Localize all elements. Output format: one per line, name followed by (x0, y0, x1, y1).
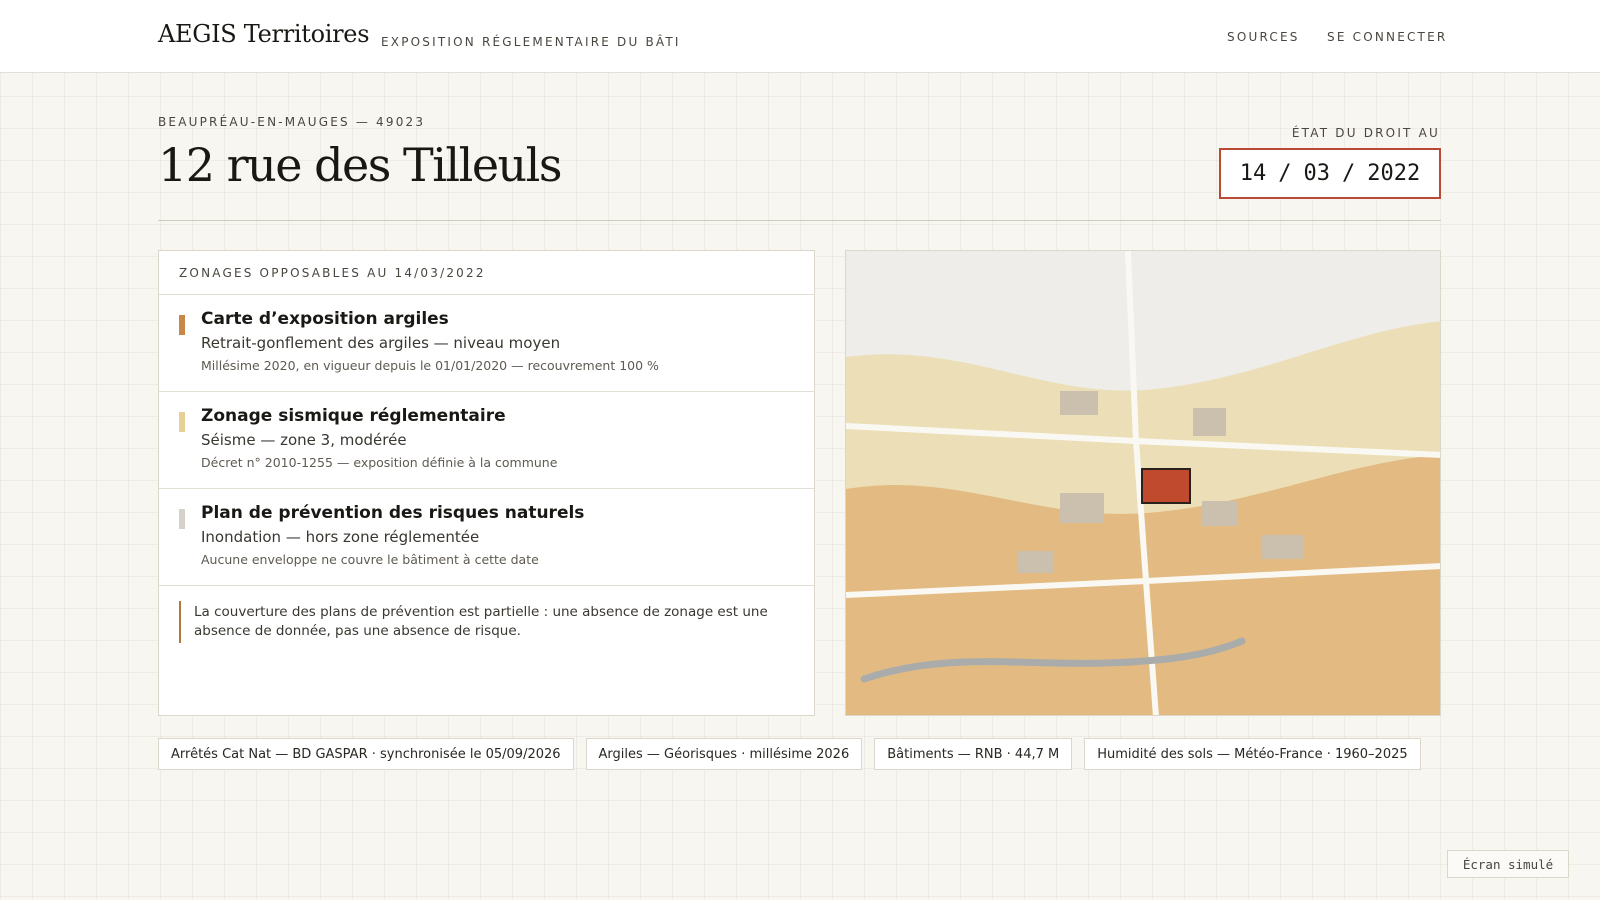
date-year[interactable]: 2022 (1367, 161, 1420, 186)
zone-item-argiles[interactable]: Carte d’exposition argiles Retrait-gonfl… (159, 295, 814, 392)
parcel-map[interactable] (845, 250, 1441, 716)
building (1193, 408, 1226, 436)
zone-color-bar (179, 509, 185, 529)
building (1018, 551, 1053, 573)
source-chip-batiments[interactable]: Bâtiments — RNB · 44,7 M (874, 738, 1073, 770)
building (1262, 535, 1304, 559)
date-day[interactable]: 14 (1240, 161, 1267, 186)
source-chip-argiles[interactable]: Argiles — Géorisques · millésime 2026 (585, 738, 863, 770)
target-building[interactable] (1141, 468, 1191, 504)
date-picker-label: ÉTAT DU DROIT AU (1291, 126, 1440, 140)
zone-item-sismique[interactable]: Zonage sismique réglementaire Séisme — z… (159, 392, 814, 489)
date-separator: / (1278, 161, 1292, 186)
building (1060, 493, 1104, 523)
coverage-note: La couverture des plans de prévention es… (179, 601, 779, 643)
zone-subtitle: Inondation — hors zone réglementée (201, 528, 480, 546)
header-divider (158, 220, 1441, 221)
zone-title: Plan de prévention des risques naturels (201, 503, 585, 523)
date-month[interactable]: 03 (1304, 161, 1331, 186)
zone-color-bar (179, 315, 185, 335)
zone-subtitle: Séisme — zone 3, modérée (201, 431, 407, 449)
zone-subtitle: Retrait-gonflement des argiles — niveau … (201, 334, 561, 352)
zone-meta: Décret n° 2010-1255 — exposition définie… (201, 455, 558, 470)
top-bar: AEGIS Territoires EXPOSITION RÉGLEMENTAI… (0, 0, 1600, 73)
nav-sources-link[interactable]: SOURCES (1227, 30, 1300, 44)
zone-item-pprn[interactable]: Plan de prévention des risques naturels … (159, 489, 814, 586)
brand-logo[interactable]: AEGIS Territoires (158, 20, 370, 48)
simulated-screen-badge: Écran simulé (1447, 850, 1569, 878)
brand-tagline: EXPOSITION RÉGLEMENTAIRE DU BÂTI (381, 35, 681, 49)
date-picker-input[interactable]: 14 / 03 / 2022 (1219, 148, 1441, 199)
zone-meta: Millésime 2020, en vigueur depuis le 01/… (201, 358, 659, 373)
date-separator: / (1342, 161, 1356, 186)
building (1060, 391, 1098, 415)
zones-panel: ZONAGES OPPOSABLES AU 14/03/2022 Carte d… (158, 250, 815, 716)
zones-heading: ZONAGES OPPOSABLES AU 14/03/2022 (159, 251, 814, 295)
source-chip-catnat[interactable]: Arrêtés Cat Nat — BD GASPAR · synchronis… (158, 738, 574, 770)
sources-row: Arrêtés Cat Nat — BD GASPAR · synchronis… (158, 738, 1421, 770)
zone-color-bar (179, 412, 185, 432)
zone-meta: Aucune enveloppe ne couvre le bâtiment à… (201, 552, 539, 567)
map-canvas[interactable] (846, 251, 1441, 716)
page-title: 12 rue des Tilleuls (158, 138, 563, 192)
source-chip-humidite[interactable]: Humidité des sols — Météo-France · 1960–… (1084, 738, 1421, 770)
building (1202, 501, 1238, 526)
zone-title: Carte d’exposition argiles (201, 309, 449, 329)
nav-login-link[interactable]: SE CONNECTER (1327, 30, 1447, 44)
commune-label: BEAUPRÉAU-EN-MAUGES — 49023 (158, 115, 426, 129)
zone-title: Zonage sismique réglementaire (201, 406, 506, 426)
